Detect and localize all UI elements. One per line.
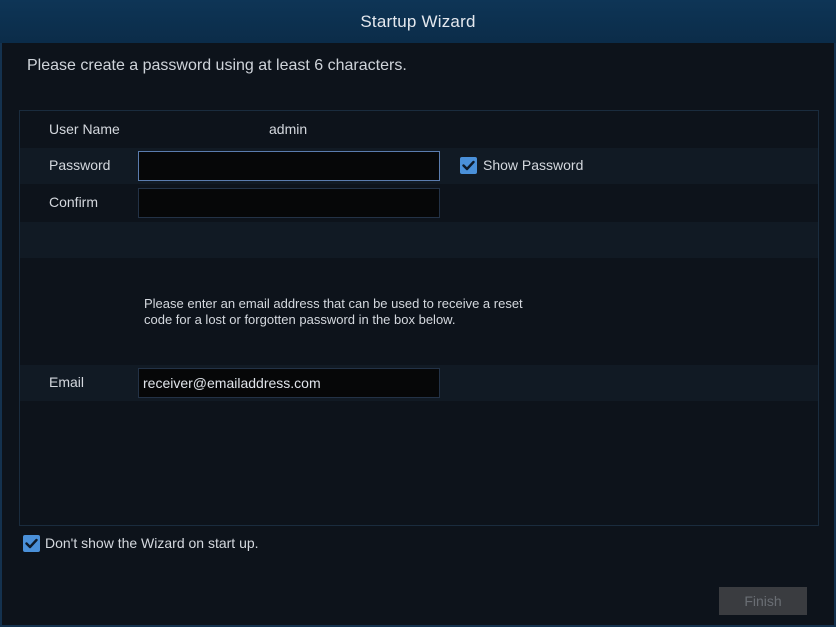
- show-password-checkbox[interactable]: [460, 157, 477, 174]
- row-blank: [20, 222, 818, 258]
- show-password-label[interactable]: Show Password: [483, 157, 583, 173]
- confirm-label: Confirm: [49, 194, 99, 210]
- email-label: Email: [49, 374, 85, 390]
- startup-wizard-window: Startup Wizard Please create a password …: [0, 0, 836, 627]
- window-title: Startup Wizard: [360, 12, 476, 31]
- password-input[interactable]: [138, 151, 440, 181]
- email-message-line-2: code for a lost or forgotten password in…: [144, 312, 456, 327]
- dont-show-wizard-checkbox[interactable]: [23, 535, 40, 552]
- row-username: [20, 111, 818, 148]
- username-value: admin: [269, 121, 308, 137]
- password-instruction: Please create a password using at least …: [27, 57, 407, 74]
- row-empty: [20, 401, 818, 525]
- confirm-input[interactable]: [138, 188, 440, 218]
- dont-show-wizard-label[interactable]: Don't show the Wizard on start up.: [45, 535, 259, 551]
- email-input[interactable]: [138, 368, 440, 398]
- username-label: User Name: [49, 121, 120, 137]
- email-reset-message: Please enter an email address that can b…: [144, 296, 604, 328]
- finish-button[interactable]: Finish: [719, 587, 807, 615]
- checkmark-icon: [25, 538, 38, 549]
- title-bar: Startup Wizard: [0, 0, 836, 43]
- checkmark-icon: [462, 160, 475, 171]
- form-panel: User Name admin Password Show Password C…: [19, 110, 819, 526]
- email-message-line-1: Please enter an email address that can b…: [144, 296, 523, 311]
- password-label: Password: [49, 157, 111, 173]
